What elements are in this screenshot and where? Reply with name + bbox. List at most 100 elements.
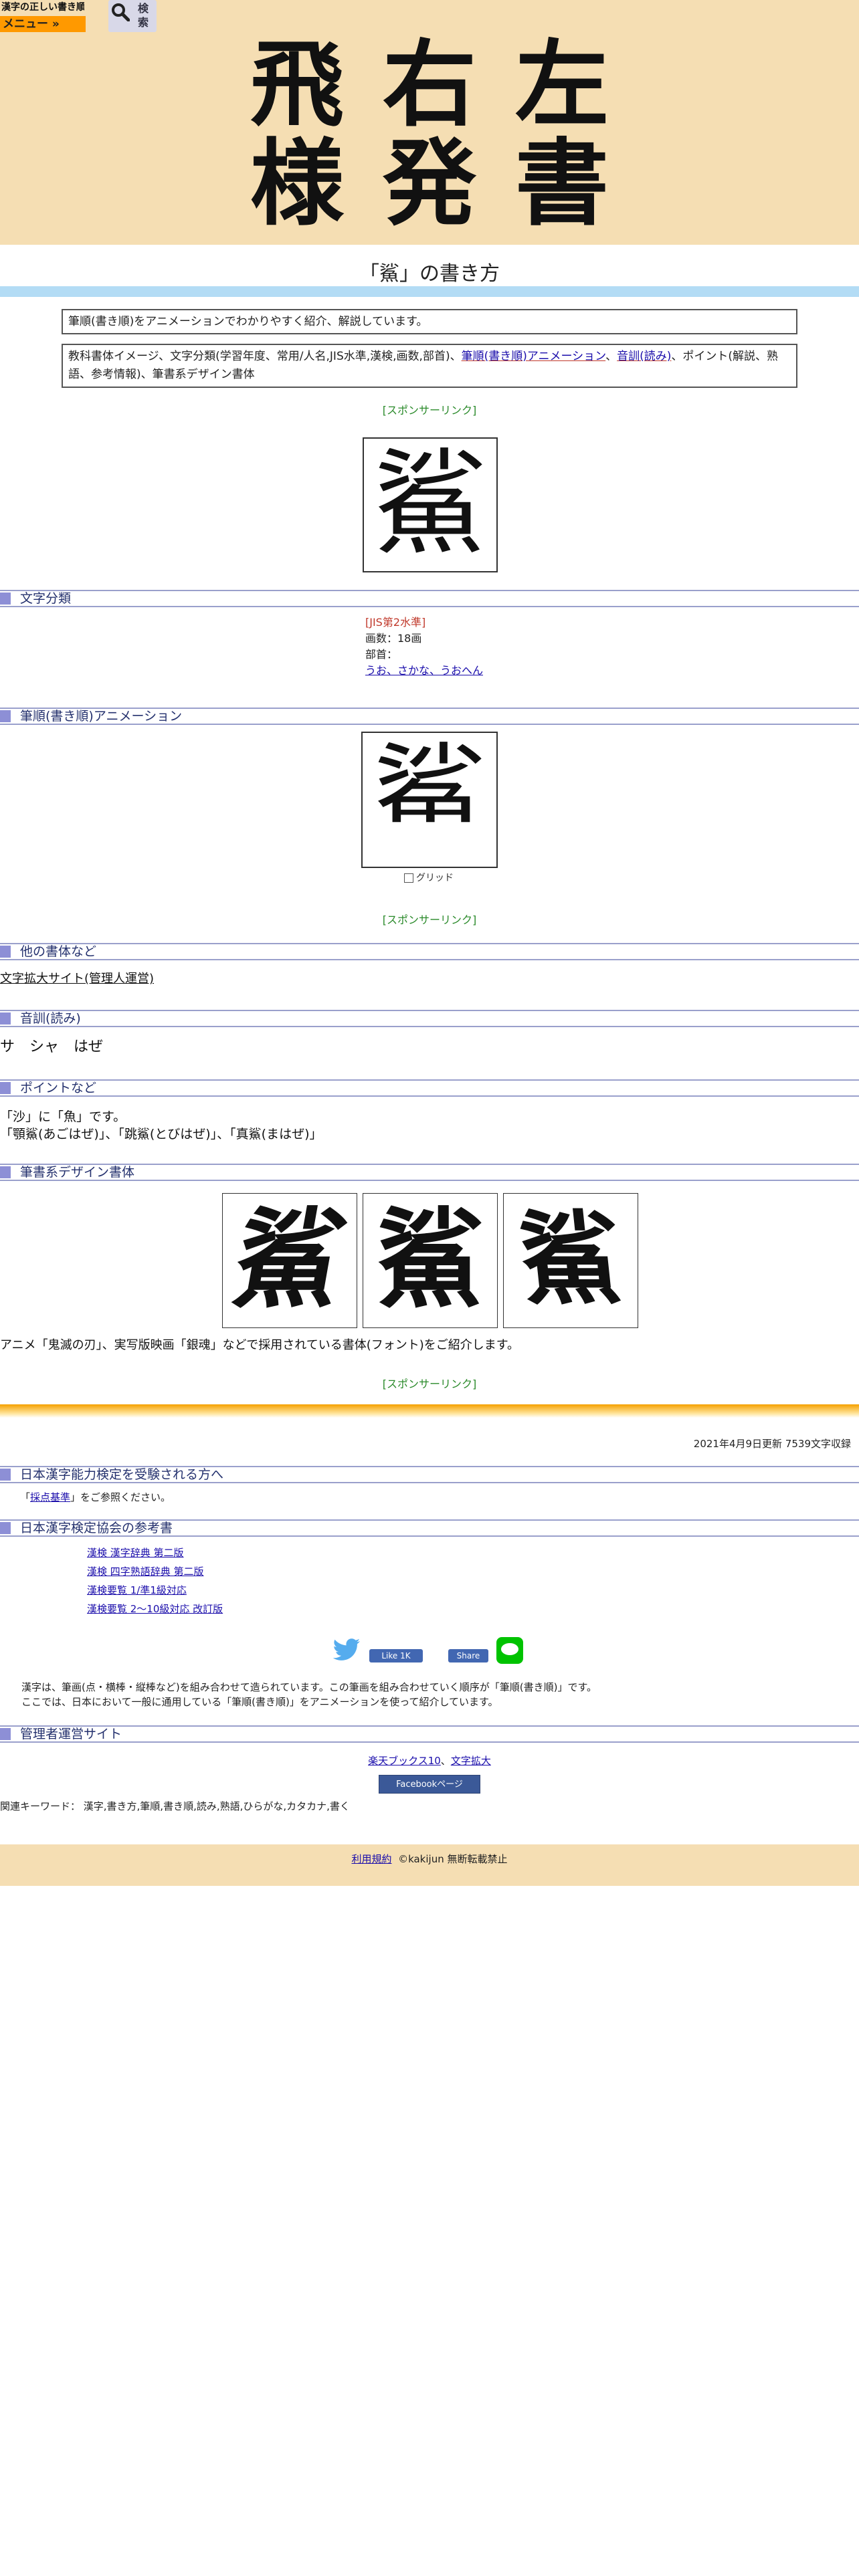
contents-prefix: 教科書体イメージ、文字分類(学習年度、常用/人名,JIS水準,漢検,画数,部首)… [68,350,462,363]
reference-book-link[interactable]: 漢検要覧 1/準1級対応 [87,1581,187,1600]
share-label: Share [456,1651,480,1660]
kanken-note: 「採点基準」をご参照ください。 [20,1490,171,1504]
terms-link[interactable]: 利用規約 [352,1853,392,1865]
point-line: 「顎鯊(あごはぜ)」、「跳鯊(とびはぜ)」、「真鯊(まはぜ)」 [0,1127,322,1142]
banner-char: 発 [382,129,476,239]
section-readings: 音訓(読み) [0,1010,859,1027]
banner-char: 左 [514,30,609,140]
footer-text: 利用規約 ©kakijun 無断転載禁止 [0,1844,859,1874]
banner-char: 右 [382,30,476,140]
section-marker [0,1012,11,1025]
readings-text: サ シャ はぜ [0,1039,104,1055]
section-points: ポイントなど [0,1079,859,1097]
section-marker [0,946,11,958]
kanji-textbook-image: 鯊 [363,437,498,572]
link-readings[interactable]: 音訓(読み) [617,350,671,363]
jis-level: [JIS第2水準] [365,616,426,629]
related-keywords: 関連キーワード： 漢字,書き方,筆順,書き順,読み,熟語,ひらがな,カタカナ,書… [0,1800,350,1812]
copyright: ©kakijun 無断転載禁止 [398,1853,508,1865]
brush-font-sample[interactable]: 鯊 [503,1193,638,1328]
sponsor-label: [スポンサーリンク] [382,1378,477,1390]
section-animation: 筆順(書き順)アニメーション [0,708,859,725]
scoring-link[interactable]: 採点基準 [30,1491,70,1503]
search-label: 検索 [138,2,149,29]
section-title: 筆書系デザイン書体 [20,1165,135,1180]
reference-book-link[interactable]: 漢検要覧 2～10級対応 改訂版 [87,1600,223,1618]
contents-sep: 、 [605,350,617,363]
section-marker [0,593,11,605]
page-title: 「鯊」の書き方 [359,262,500,286]
brush-font-sample[interactable]: 鯊 [222,1193,357,1328]
twitter-icon[interactable] [333,1638,361,1662]
kanken-note-post: 」をご参照ください。 [70,1491,171,1503]
point-line: 「沙」に「魚」です。 [0,1109,126,1124]
facebook-share-button[interactable]: Share [448,1649,488,1662]
banner-char: 様 [250,129,344,239]
site-logo[interactable]: 漢字の正しい書き順(筆順) [1,0,84,16]
update-info: 2021年4月9日更新 7539文字収録 [693,1438,851,1450]
admin-sep: 、 [440,1755,451,1767]
grid-label: グリッド [416,873,454,883]
section-title: 日本漢字検定協会の参考書 [20,1521,173,1535]
facebook-page-button[interactable]: Facebookページ [379,1775,480,1794]
explain-line: ここでは、日本において一般に通用している「筆順(書き順)」をアニメーションを使っ… [21,1696,498,1708]
title-divider [0,286,859,297]
section-title: 日本漢字能力検定を受験される方へ [20,1467,224,1482]
search-button[interactable]: 検索 [108,0,157,32]
line-icon[interactable] [496,1637,523,1664]
kanken-note-pre: 「 [20,1491,31,1503]
section-classification: 文字分類 [0,590,859,607]
banner-char: 書 [514,129,609,239]
section-brush-fonts: 筆書系デザイン書体 [0,1164,859,1181]
brush-glyph: 鯊 [514,1200,628,1318]
brush-font-sample[interactable]: 鯊 [363,1193,498,1328]
section-kanken: 日本漢字能力検定を受験される方へ [0,1466,859,1483]
banner-char: 飛 [250,30,344,140]
stroke-count: 画数：18画 [365,632,422,645]
section-title: 音訓(読み) [20,1011,81,1026]
link-animation[interactable]: 筆順(書き順)アニメーション [462,350,606,363]
section-marker [0,1166,11,1178]
animation-glyph: 鯊 [372,732,486,865]
facebook-like-button[interactable]: Like 1K [369,1649,423,1662]
grid-checkbox[interactable] [404,873,413,883]
brush-font-note: アニメ「鬼滅の刃」、実写版映画「銀魂」などで採用されている書体(フォント)をご紹… [0,1338,519,1352]
section-marker [0,710,11,722]
grid-toggle[interactable]: グリッド [404,871,454,884]
brush-glyph: 鯊 [376,1196,484,1322]
enlarge-link[interactable]: 文字拡大 [451,1755,491,1767]
section-title: 筆順(書き順)アニメーション [20,709,183,724]
admin-links: 楽天ブックス10、文字拡大 [0,1753,859,1767]
section-title: 管理者運営サイト [20,1727,122,1741]
section-marker [0,1728,11,1740]
enlarge-site-link[interactable]: 文字拡大サイト(管理人運営) [0,970,154,988]
footer: 利用規約 ©kakijun 無断転載禁止 [0,1844,859,1886]
stroke-animation[interactable]: 鯊 [361,732,498,868]
rakuten-books-link[interactable]: 楽天ブックス10 [368,1755,441,1767]
radical-label: 部首： [365,648,398,661]
section-kanken-refs: 日本漢字検定協会の参考書 [0,1519,859,1537]
reference-book-link[interactable]: 漢検 四字熟語辞典 第二版 [87,1562,204,1581]
explain-line: 漢字は、筆画(点・横棒・縦棒など)を組み合わせて造られています。この筆画を組み合… [21,1681,597,1693]
section-marker [0,1522,11,1534]
sponsor-label: [スポンサーリンク] [382,914,477,926]
radical-link[interactable]: うお、さかな、うおへん [365,663,483,678]
kanji-glyph: 鯊 [373,438,487,570]
intro-box: 筆順(書き順)をアニメーションでわかりやすく紹介、解説しています。 [62,309,797,334]
gold-divider [0,1404,859,1418]
search-icon [112,3,130,21]
section-title: 文字分類 [20,591,72,606]
reference-book-link[interactable]: 漢検 漢字辞典 第二版 [87,1543,184,1562]
section-title: 他の書体など [20,944,97,959]
menu-button[interactable]: メニュー » [0,16,86,32]
section-marker [0,1469,11,1481]
brush-glyph: 鯊 [225,1196,355,1322]
section-other-fonts: 他の書体など [0,943,859,960]
section-marker [0,1082,11,1094]
sponsor-label: [スポンサーリンク] [382,404,477,417]
contents-menu: 教科書体イメージ、文字分類(学習年度、常用/人名,JIS水準,漢検,画数,部首)… [62,344,797,388]
section-title: ポイントなど [20,1081,97,1095]
facebook-page-label: Facebookページ [396,1780,463,1790]
like-label: Like 1K [381,1651,411,1660]
section-admin-sites: 管理者運営サイト [0,1725,859,1743]
